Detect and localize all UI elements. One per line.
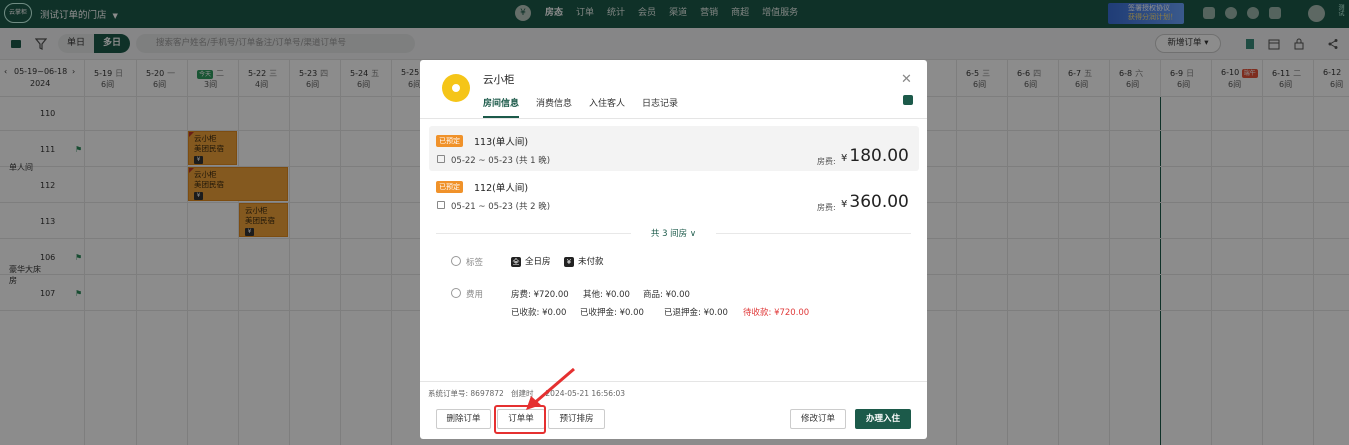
room-status-tag: 已预定: [436, 181, 463, 193]
deposit-received: 已收押金: ¥0.00: [580, 308, 644, 318]
delete-order-button[interactable]: 删除订单: [436, 409, 491, 429]
room-price: ¥180.00: [841, 146, 909, 166]
full-day-icon: 全: [511, 257, 521, 267]
currency-symbol: ¥: [841, 153, 848, 164]
guest-avatar: [442, 74, 470, 102]
room-entry[interactable]: 已预定 113(单人间) 05-22 ~ 05-23 (共 1 晚) 房费: ¥…: [429, 126, 919, 171]
yen-icon: ¥: [564, 257, 574, 267]
tab-divider: [420, 118, 927, 119]
tab-consumption[interactable]: 消费信息: [536, 96, 572, 118]
room-fee-total: 房费: ¥720.00: [511, 290, 569, 300]
other-fee: 其他: ¥0.00: [583, 290, 630, 300]
calendar-icon: [437, 155, 445, 163]
room-dates: 05-22 ~ 05-23 (共 1 晚): [451, 156, 551, 166]
room-name: 112(单人间): [474, 183, 529, 194]
full-day-tag: 全全日房: [511, 255, 551, 267]
system-order-number: 系统订单号: 8697872: [428, 389, 504, 398]
fee-label: 费用: [466, 290, 484, 300]
room-fee-label: 房费:: [817, 157, 836, 166]
room-price-value: 180.00: [849, 146, 909, 166]
room-fee-label: 房费:: [817, 203, 836, 212]
close-icon[interactable]: ✕: [901, 72, 912, 87]
tab-guests[interactable]: 入住客人: [589, 96, 625, 118]
calendar-icon: [437, 201, 445, 209]
received-amount: 已收款: ¥0.00: [511, 308, 567, 318]
currency-symbol: ¥: [841, 199, 848, 210]
checkin-button[interactable]: 办理入住: [855, 409, 911, 429]
goods-fee: 商品: ¥0.00: [643, 290, 690, 300]
tag-icon: [451, 256, 461, 266]
room-name: 113(单人间): [474, 137, 529, 148]
edit-order-button[interactable]: 修改订单: [790, 409, 846, 429]
amount-due: 待收款: ¥720.00: [743, 308, 810, 318]
full-day-text: 全日房: [525, 257, 551, 267]
room-price: ¥360.00: [841, 192, 909, 212]
deposit-refunded: 已退押金: ¥0.00: [664, 308, 728, 318]
guest-name: 云小柜: [483, 74, 515, 86]
room-entry[interactable]: 已预定 112(单人间) 05-21 ~ 05-23 (共 2 晚) 房费: ¥…: [429, 172, 919, 217]
modal-tabs: 房间信息 消费信息 入住客人 日志记录: [483, 96, 678, 118]
footer-divider: [420, 381, 927, 382]
tag-label: 标签: [466, 258, 484, 268]
unpaid-tag: ¥ 未付款: [564, 255, 604, 267]
arrange-room-button[interactable]: 预订排房: [548, 409, 605, 429]
room-status-tag: 已预定: [436, 135, 463, 147]
divider: [716, 233, 911, 234]
fee-icon: [451, 288, 461, 298]
tab-room-info[interactable]: 房间信息: [483, 96, 520, 118]
room-price-value: 360.00: [849, 192, 909, 212]
room-dates: 05-21 ~ 05-23 (共 2 晚): [451, 202, 551, 212]
unpaid-text: 未付款: [578, 257, 604, 267]
annotation-arrow-icon: [526, 367, 575, 410]
collapse-icon[interactable]: [903, 95, 913, 105]
tab-logs[interactable]: 日志记录: [642, 96, 678, 118]
order-detail-modal: 云小柜 ✕ 房间信息 消费信息 入住客人 日志记录 已预定 113(单人间) 0…: [420, 60, 927, 439]
